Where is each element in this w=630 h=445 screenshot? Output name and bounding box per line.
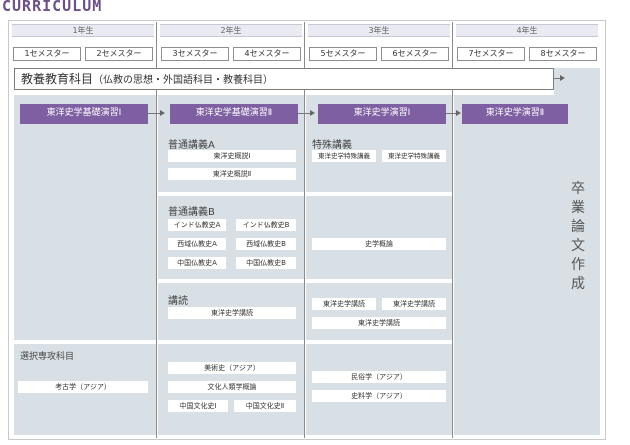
course-box: 東洋史学講読 xyxy=(312,298,376,310)
course-box: 東洋史学講読 xyxy=(312,317,446,329)
course-box: 西域仏教史A xyxy=(168,238,226,250)
arrow-line xyxy=(298,113,310,114)
semester-8: 8セメスター xyxy=(529,47,597,61)
arrow-right-icon xyxy=(160,110,165,116)
course-box: 史料学（アジア） xyxy=(312,390,446,402)
elective-title: 選択専攻科目 xyxy=(20,352,75,362)
graduation-char: 作 xyxy=(571,257,585,273)
course-box: 西域仏教史B xyxy=(236,238,296,250)
general-lecture-a-title: 普通講義A xyxy=(168,140,215,151)
course-box: 東洋史学特殊講義 xyxy=(382,150,446,162)
arrow-right-icon xyxy=(310,110,315,116)
course-box: 中国文化史Ⅰ xyxy=(168,400,228,412)
graduation-thesis: 卒 業 論 文 作 成 xyxy=(558,180,598,294)
course-box: 東洋史概説Ⅱ xyxy=(168,168,296,180)
semester-5: 5セメスター xyxy=(309,47,377,61)
semester-4: 4セメスター xyxy=(233,47,301,61)
year-header-3: 3年生 xyxy=(308,24,450,37)
semester-6: 6セメスター xyxy=(381,47,449,61)
seminar-basic-1: 東洋史学基礎演習Ⅰ xyxy=(20,104,148,124)
curriculum-heading: CURRICULUM xyxy=(2,0,103,15)
liberal-arts-subtitle: （仏教の思想・外国語科目・教養科目） xyxy=(93,75,274,86)
graduation-char: 業 xyxy=(571,200,585,216)
course-box: 美術史（アジア） xyxy=(168,362,296,374)
arrow-right-icon xyxy=(560,75,565,81)
graduation-char: 成 xyxy=(571,276,585,292)
course-box: 史学概論 xyxy=(312,238,446,250)
graduation-char: 文 xyxy=(571,238,585,254)
course-box: 中国文化史Ⅱ xyxy=(234,400,296,412)
semester-1: 1セメスター xyxy=(13,47,81,61)
course-box: 中国仏教史B xyxy=(236,257,296,269)
row-separator xyxy=(158,192,452,196)
course-box: 東洋史学特殊講義 xyxy=(312,150,376,162)
semester-2: 2セメスター xyxy=(85,47,153,61)
liberal-arts-title: 教養教育科目 xyxy=(21,72,94,86)
course-box: 文化人類学概論 xyxy=(168,381,296,393)
graduation-char: 論 xyxy=(571,219,585,235)
reading-title: 講読 xyxy=(168,296,188,307)
arrow-right-icon xyxy=(456,110,461,116)
semester-7: 7セメスター xyxy=(457,47,525,61)
course-box: 中国仏教史A xyxy=(168,257,226,269)
course-box: 東洋史学講読 xyxy=(168,307,296,319)
course-box: インド仏教史B xyxy=(236,219,296,231)
special-lecture-title: 特殊講義 xyxy=(312,140,352,151)
course-box: 考古学（アジア） xyxy=(18,381,148,393)
year4-column-top xyxy=(554,68,600,95)
row-separator xyxy=(158,279,452,283)
year-header-2: 2年生 xyxy=(160,24,302,37)
seminar-1: 東洋史学演習Ⅰ xyxy=(318,104,446,124)
semester-3: 3セメスター xyxy=(161,47,229,61)
arrow-line xyxy=(148,113,160,114)
course-box: 東洋史学講読 xyxy=(382,298,446,310)
graduation-char: 卒 xyxy=(571,181,585,197)
course-box: 民俗学（アジア） xyxy=(312,371,446,383)
liberal-arts-bar: 教養教育科目（仏教の思想・外国語科目・教養科目） xyxy=(14,68,554,90)
arrow-line xyxy=(446,113,456,114)
course-box: 東洋史概説Ⅰ xyxy=(168,150,296,162)
row-separator xyxy=(14,340,452,344)
general-lecture-b-title: 普通講義B xyxy=(168,207,215,218)
course-box: インド仏教史A xyxy=(168,219,226,231)
year-header-1: 1年生 xyxy=(12,24,154,37)
seminar-basic-2: 東洋史学基礎演習Ⅱ xyxy=(170,104,298,124)
year-header-4: 4年生 xyxy=(456,24,598,37)
seminar-2: 東洋史学演習Ⅱ xyxy=(462,104,568,124)
